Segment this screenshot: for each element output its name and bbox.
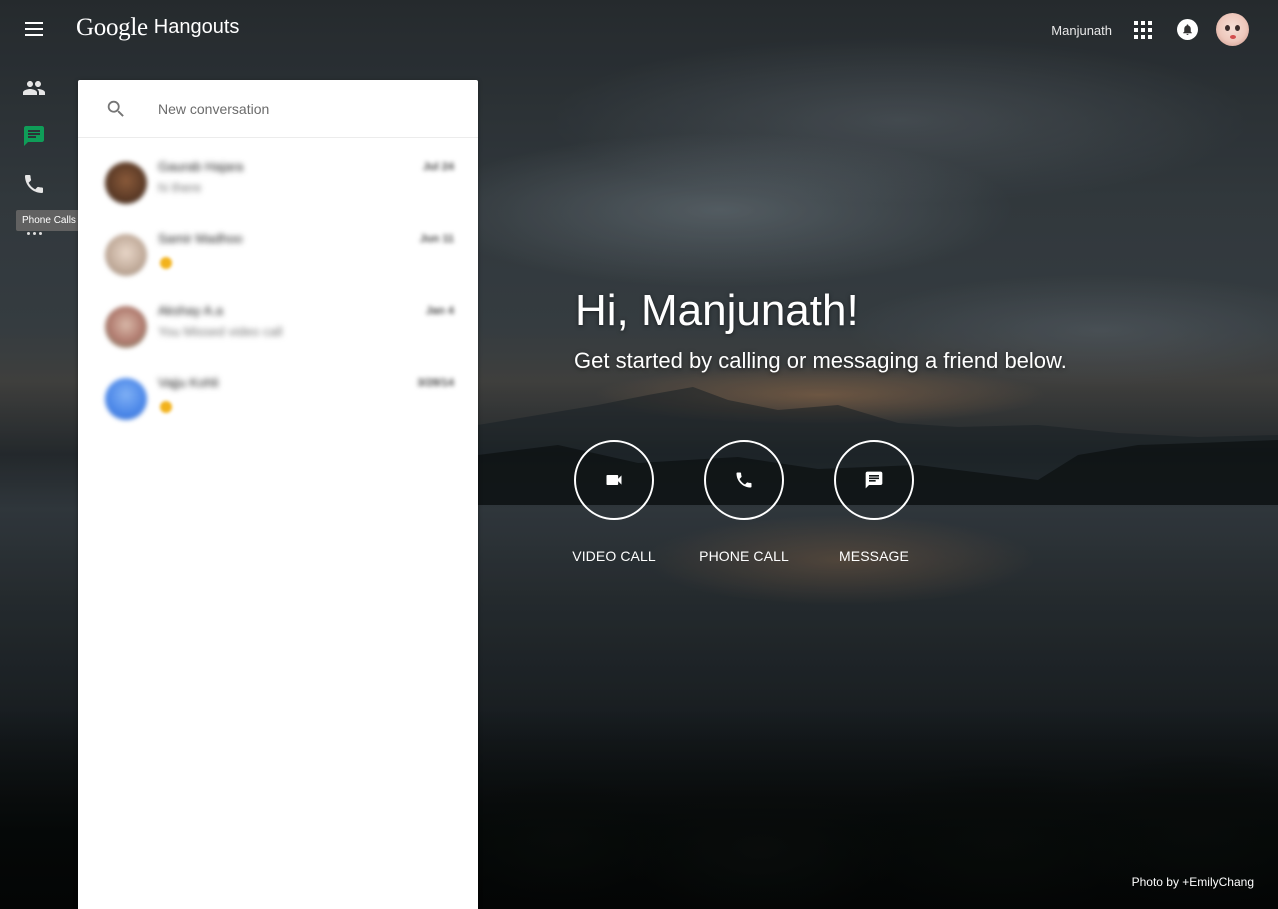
avatar [105,162,147,204]
videocam-icon [606,475,622,485]
conversation-date: Jan 4 [425,305,454,317]
tooltip: Phone Calls [16,210,82,231]
emoji-icon [160,257,172,269]
list-item[interactable]: Gaurab Hajara hi there Jul 24 [78,154,478,224]
conversation-name: Vajju Kohli [158,375,219,390]
phone-icon [736,472,752,488]
message-label: MESSAGE [839,548,909,564]
phone-call-label: PHONE CALL [699,548,789,564]
list-item[interactable]: Akshay A.a You Missed video call Jan 4 [78,298,478,368]
photo-credit[interactable]: Photo by +EmilyChang [1132,875,1254,889]
top-bar: Google Hangouts Manjunath [0,0,1278,60]
emoji-icon [160,401,172,413]
conversation-name: Samir Madhoo [158,231,243,246]
conversation-date: 3/28/14 [417,377,454,389]
video-call-label: VIDEO CALL [572,548,656,564]
list-item[interactable]: Vajju Kohli 3/28/14 [78,370,478,440]
message-button[interactable]: MESSAGE [834,440,914,570]
conversation-panel: Gaurab Hajara hi there Jul 24 Samir Madh… [78,80,478,909]
search-icon [107,100,124,117]
avatar [105,306,147,348]
user-name[interactable]: Manjunath [1051,23,1112,38]
subtitle: Get started by calling or messaging a fr… [574,348,1067,373]
brand-product: Hangouts [153,16,240,38]
list-item[interactable]: Samir Madhoo Jun 11 [78,226,478,296]
conversation-name: Akshay A.a [158,303,224,318]
conversation-preview: hi there [158,180,202,195]
avatar [105,234,147,276]
greeting: Hi, Manjunath! [575,286,859,335]
people-icon[interactable] [22,76,46,100]
apps-grid-icon[interactable] [1134,21,1152,39]
search-bar [78,80,478,138]
phone-icon[interactable] [22,172,46,196]
conversation-name: Gaurab Hajara [158,159,244,174]
avatar[interactable] [1216,13,1249,46]
notifications-button[interactable] [1177,19,1198,40]
conversation-date: Jun 11 [419,233,454,245]
video-call-button[interactable]: VIDEO CALL [572,440,656,570]
message-icon [865,471,883,489]
menu-icon[interactable] [22,18,46,40]
app-logo: Google Hangouts [76,14,239,42]
new-conversation-input[interactable] [156,98,460,120]
brand-google: Google [76,14,148,41]
conversation-date: Jul 24 [422,161,454,173]
bell-icon [1183,24,1192,35]
phone-call-button[interactable]: PHONE CALL [699,440,789,570]
chat-icon[interactable] [22,124,46,148]
avatar [105,378,147,420]
conversation-preview: You Missed video call [158,324,283,339]
